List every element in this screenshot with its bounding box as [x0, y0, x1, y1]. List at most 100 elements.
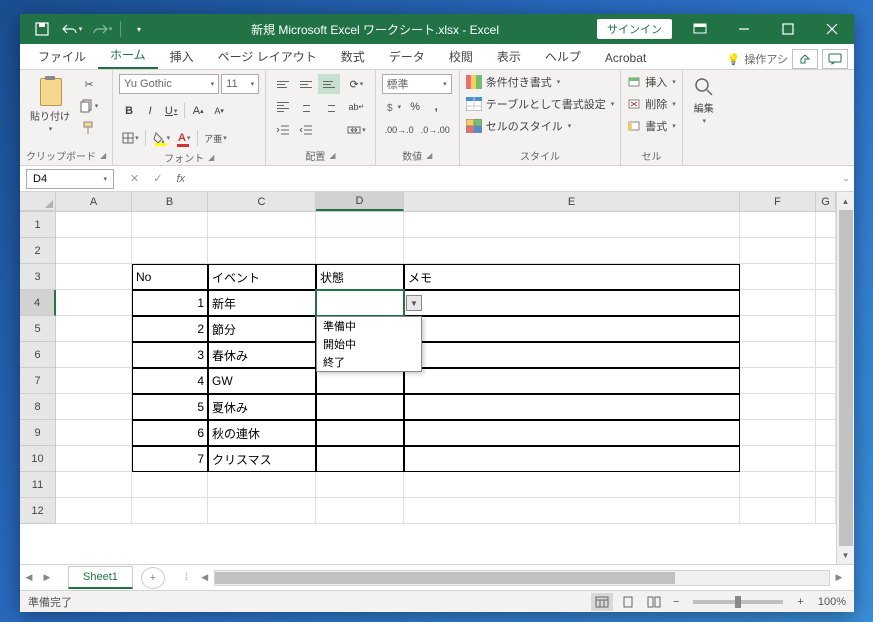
cell-E10[interactable] [404, 446, 740, 472]
cell-G10[interactable] [816, 446, 836, 472]
close-button[interactable] [810, 14, 854, 44]
format-as-table-button[interactable]: テーブルとして書式設定▾ [466, 96, 615, 112]
cell-C2[interactable] [208, 238, 316, 264]
cell-F2[interactable] [740, 238, 816, 264]
sheet-tab-sheet1[interactable]: Sheet1 [68, 566, 133, 589]
cell-E5[interactable] [404, 316, 740, 342]
redo-button[interactable]: ▾ [88, 16, 116, 42]
fx-icon[interactable]: fx [176, 173, 185, 185]
row-header-1[interactable]: 1 [20, 212, 56, 238]
tab-help[interactable]: ヘルプ [533, 44, 593, 69]
cell-F9[interactable] [740, 420, 816, 446]
insert-cells-button[interactable]: 挿入▾ [627, 74, 676, 90]
tab-nav-next[interactable]: ▶ [38, 572, 56, 583]
merge-button[interactable]: ▾ [344, 120, 369, 140]
tab-home[interactable]: ホーム [98, 42, 158, 69]
comma-button[interactable]: , [426, 97, 446, 117]
row-header-2[interactable]: 2 [20, 238, 56, 264]
vertical-scrollbar[interactable]: ▲ ▼ [836, 192, 854, 564]
cell-A8[interactable] [56, 394, 132, 420]
enter-formula[interactable]: ✓ [147, 172, 168, 185]
cell-G9[interactable] [816, 420, 836, 446]
cell-D11[interactable] [316, 472, 404, 498]
cell-B10[interactable]: 7 [132, 446, 208, 472]
zoom-out[interactable]: − [669, 596, 683, 608]
name-box[interactable]: D4▾ [26, 169, 114, 189]
cell-E6[interactable] [404, 342, 740, 368]
cell-D3[interactable]: 状態 [316, 264, 404, 290]
cell-A1[interactable] [56, 212, 132, 238]
zoom-slider[interactable] [693, 600, 783, 604]
hscroll-left[interactable]: ◀ [196, 572, 214, 583]
cell-D12[interactable] [316, 498, 404, 524]
cell-F10[interactable] [740, 446, 816, 472]
cell-D1[interactable] [316, 212, 404, 238]
cell-G11[interactable] [816, 472, 836, 498]
accounting-button[interactable]: $▾ [382, 97, 405, 117]
shrink-font-button[interactable]: A▾ [209, 101, 229, 121]
tab-formulas[interactable]: 数式 [329, 44, 377, 69]
format-painter-button[interactable] [78, 118, 100, 138]
row-header-3[interactable]: 3 [20, 264, 56, 290]
column-header-G[interactable]: G [816, 192, 836, 211]
zoom-level[interactable]: 100% [818, 596, 846, 608]
dropdown-option[interactable]: 開始中 [317, 335, 421, 353]
cell-A6[interactable] [56, 342, 132, 368]
cell-E8[interactable] [404, 394, 740, 420]
cell-B2[interactable] [132, 238, 208, 264]
cell-B7[interactable]: 4 [132, 368, 208, 394]
dropdown-option[interactable]: 準備中 [317, 317, 421, 335]
cell-E1[interactable] [404, 212, 740, 238]
align-top[interactable] [272, 74, 294, 94]
font-color-button[interactable]: A▾ [174, 128, 194, 148]
cell-B12[interactable] [132, 498, 208, 524]
scroll-down[interactable]: ▼ [837, 546, 854, 564]
row-header-11[interactable]: 11 [20, 472, 56, 498]
decrease-indent[interactable] [272, 120, 294, 140]
column-header-B[interactable]: B [132, 192, 208, 211]
delete-cells-button[interactable]: 削除▾ [627, 96, 676, 112]
select-all-corner[interactable] [20, 192, 56, 211]
row-header-12[interactable]: 12 [20, 498, 56, 524]
tab-file[interactable]: ファイル [26, 44, 98, 69]
tab-insert[interactable]: 挿入 [158, 44, 206, 69]
horizontal-scrollbar[interactable] [214, 570, 830, 586]
cell-F11[interactable] [740, 472, 816, 498]
cell-F3[interactable] [740, 264, 816, 290]
format-cells-button[interactable]: 書式▾ [627, 118, 676, 134]
validation-dropdown-list[interactable]: 準備中開始中終了 [316, 316, 422, 372]
qat-customize[interactable]: ▾ [125, 16, 153, 42]
row-header-4[interactable]: 4 [20, 290, 56, 316]
copy-button[interactable]: ▾ [78, 96, 100, 116]
phonetic-button[interactable]: ア亜▾ [201, 128, 230, 148]
align-middle[interactable] [295, 74, 317, 94]
italic-button[interactable]: I [140, 101, 160, 121]
cell-A12[interactable] [56, 498, 132, 524]
font-size-combo[interactable]: 11▾ [221, 74, 259, 94]
align-left[interactable] [272, 97, 294, 117]
cell-C6[interactable]: 春休み [208, 342, 316, 368]
signin-button[interactable]: サインイン [597, 19, 672, 39]
borders-button[interactable]: ▾ [119, 128, 142, 148]
cell-G2[interactable] [816, 238, 836, 264]
cell-E3[interactable]: メモ [404, 264, 740, 290]
cell-G4[interactable] [816, 290, 836, 316]
clipboard-dialog-launcher[interactable]: ◢ [100, 151, 106, 160]
formula-bar[interactable] [191, 169, 832, 189]
cell-G3[interactable] [816, 264, 836, 290]
cell-F5[interactable] [740, 316, 816, 342]
cell-E9[interactable] [404, 420, 740, 446]
cell-B5[interactable]: 2 [132, 316, 208, 342]
cell-F4[interactable] [740, 290, 816, 316]
cell-F8[interactable] [740, 394, 816, 420]
cell-D10[interactable] [316, 446, 404, 472]
cell-E12[interactable] [404, 498, 740, 524]
cell-A3[interactable] [56, 264, 132, 290]
hscroll-right[interactable]: ▶ [830, 572, 848, 583]
column-header-C[interactable]: C [208, 192, 316, 211]
cancel-formula[interactable]: ✕ [124, 172, 145, 185]
font-name-combo[interactable]: Yu Gothic▾ [119, 74, 219, 94]
tab-acrobat[interactable]: Acrobat [593, 47, 658, 69]
grow-font-button[interactable]: A▴ [188, 101, 208, 121]
cell-B4[interactable]: 1 [132, 290, 208, 316]
